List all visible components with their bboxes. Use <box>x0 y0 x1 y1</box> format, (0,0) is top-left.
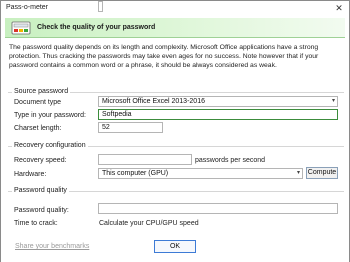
recovery-speed-label: Recovery speed: <box>14 157 67 164</box>
chevron-down-icon: ▾ <box>296 170 300 176</box>
time-to-crack-label: Time to crack: <box>14 220 58 227</box>
time-to-crack-value: Calculate your CPU/GPU speed <box>99 220 199 227</box>
compute-button[interactable]: Compute <box>306 167 338 179</box>
password-quality-field <box>98 203 338 214</box>
pass-o-meter-window: Pass-o-meter ✕ Check the quality of your… <box>0 0 350 262</box>
recovery-config-title: Recovery configuration <box>12 142 88 149</box>
charset-length-field[interactable]: 52 <box>98 122 163 133</box>
ok-button[interactable]: OK <box>154 240 196 253</box>
password-input[interactable]: Softpedia <box>98 109 338 120</box>
password-quality-label: Password quality: <box>14 207 69 214</box>
document-type-label: Document type <box>14 99 62 106</box>
chevron-down-icon: ▾ <box>331 98 335 104</box>
password-quality-title: Password quality <box>12 187 69 194</box>
password-meter-icon <box>11 21 31 35</box>
share-benchmarks-link[interactable]: Share your benchmarks <box>15 243 89 250</box>
window-title: Pass-o-meter <box>6 4 49 11</box>
document-type-value: Microsoft Office Excel 2013-2016 <box>102 98 205 105</box>
header-banner: Check the quality of your password <box>5 18 345 38</box>
speed-unit-label: passwords per second <box>195 157 266 164</box>
intro-text: The password quality depends on its leng… <box>9 44 319 69</box>
hardware-select[interactable] <box>98 1 103 12</box>
charset-length-label: Charset length: <box>14 125 62 132</box>
document-type-select[interactable]: Microsoft Office Excel 2013-2016 ▾ <box>98 96 338 107</box>
source-password-title: Source password <box>12 88 71 95</box>
hardware-label: Hardware: <box>14 171 47 178</box>
recovery-speed-field[interactable] <box>98 154 192 165</box>
title-bar: Pass-o-meter ✕ <box>1 1 349 15</box>
close-icon[interactable]: ✕ <box>333 3 345 13</box>
password-label: Type in your password: <box>14 112 86 119</box>
banner-title: Check the quality of your password <box>37 24 156 31</box>
hardware-select-box[interactable]: This computer (GPU) ▾ <box>98 168 303 179</box>
hardware-value: This computer (GPU) <box>102 170 169 177</box>
